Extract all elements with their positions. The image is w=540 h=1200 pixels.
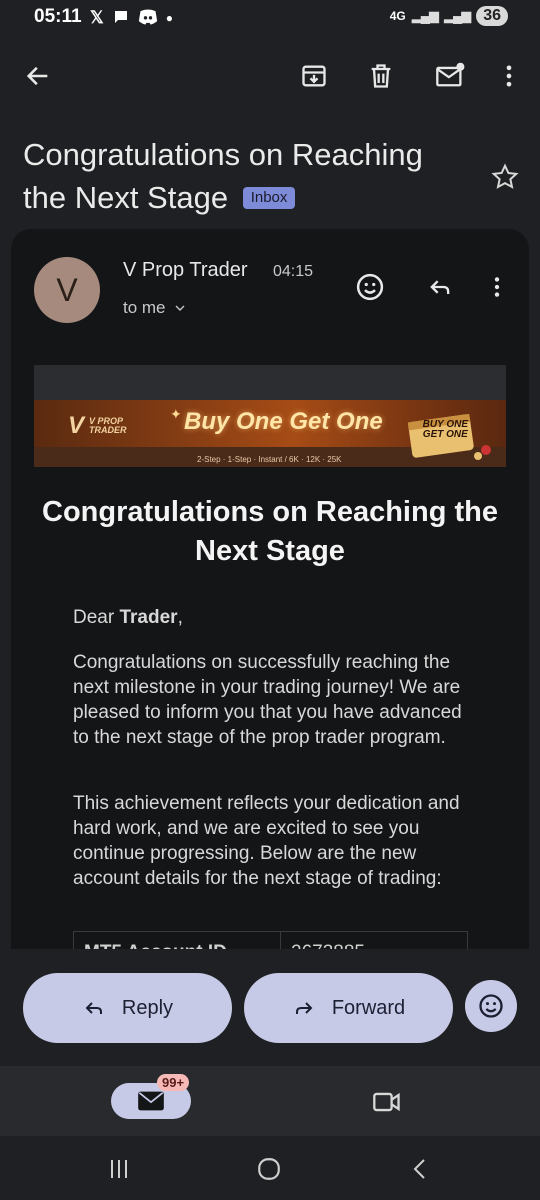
logo-text: V PROP TRADER xyxy=(89,417,127,435)
reply-button[interactable]: Reply xyxy=(23,973,232,1043)
star-button[interactable] xyxy=(490,162,520,192)
gift-line2: GET ONE xyxy=(422,429,468,440)
promo-headline: Buy One Get One xyxy=(184,408,383,435)
forward-button[interactable]: Forward xyxy=(244,973,453,1043)
paragraph-1: Congratulations on successfully reaching… xyxy=(73,652,462,748)
chat-bubble-icon xyxy=(114,11,127,23)
greeting-name: Trader xyxy=(119,607,178,628)
message-more-button[interactable] xyxy=(477,267,517,307)
table-label-cell: MT5 Account ID xyxy=(74,932,281,949)
discord-icon xyxy=(138,9,157,25)
sparkle-icon: ✦ xyxy=(170,406,182,422)
home-icon xyxy=(258,1158,280,1180)
status-right: 4G ▂▄▆ ▂▄▆ 36 xyxy=(390,6,508,26)
archive-button[interactable] xyxy=(290,52,338,100)
vprop-logo: V V PROP TRADER xyxy=(68,412,127,440)
mail-unread-icon xyxy=(436,62,465,87)
reply-label: Reply xyxy=(121,996,174,1019)
forward-label: Forward xyxy=(331,996,406,1019)
system-navigation xyxy=(0,1136,540,1200)
emoji-reaction-button[interactable] xyxy=(465,980,517,1032)
back-button[interactable] xyxy=(14,52,62,100)
more-vert-icon xyxy=(506,65,512,87)
bottom-navigation: 99+ xyxy=(0,1066,540,1136)
table-value-cell: 2673885 xyxy=(281,932,467,949)
emoji-icon xyxy=(479,994,503,1018)
mark-unread-button[interactable] xyxy=(426,52,474,100)
react-emoji-button[interactable] xyxy=(350,267,390,307)
paragraph-2: This achievement reflects your dedicatio… xyxy=(73,793,460,889)
promo-tagline: 2-Step · 1-Step · Instant / 6K · 12K · 2… xyxy=(197,455,342,464)
email-subject: Congratulations on Reaching the Next Sta… xyxy=(23,133,463,219)
greeting-suffix: , xyxy=(177,607,183,628)
subject-text: Congratulations on Reaching the Next Sta… xyxy=(23,137,423,215)
message-card: V V Prop Trader 04:15 to me V V PROP TRA… xyxy=(11,229,529,949)
more-vert-icon xyxy=(494,277,500,297)
battery-indicator: 36 xyxy=(476,6,508,26)
home-button[interactable] xyxy=(249,1152,289,1186)
emoji-icon xyxy=(356,273,384,301)
gift-text: BUY ONE GET ONE xyxy=(423,420,468,440)
recents-button[interactable] xyxy=(99,1152,139,1186)
logo-line2: TRADER xyxy=(89,425,127,435)
reply-actions-bar: Reply Forward xyxy=(0,949,540,1066)
reply-icon xyxy=(430,280,450,294)
message-toolbar xyxy=(0,52,540,102)
promo-banner[interactable]: V V PROP TRADER ✦ Buy One Get One 2-Step… xyxy=(34,400,506,467)
x-icon: 𝕏 xyxy=(90,8,104,27)
reply-header-button[interactable] xyxy=(420,267,460,307)
email-body: V V PROP TRADER ✦ Buy One Get One 2-Step… xyxy=(34,365,506,949)
recents-icon xyxy=(111,1160,127,1178)
back-system-button[interactable] xyxy=(400,1152,440,1186)
chevron-down-icon xyxy=(175,305,185,311)
email-header-bar xyxy=(34,365,506,400)
archive-icon xyxy=(302,65,326,87)
unread-badge: 99+ xyxy=(157,1074,190,1091)
notification-icons: 𝕏 ● xyxy=(90,8,173,28)
signal-icon: ▂▄▆ xyxy=(411,8,439,23)
more-options-button[interactable] xyxy=(485,52,533,100)
video-camera-icon xyxy=(373,1092,400,1112)
greeting: Dear Trader, xyxy=(73,605,473,630)
message-time: 04:15 xyxy=(273,263,314,280)
logo-mark: V xyxy=(68,412,85,439)
recipient-toggle[interactable]: to me xyxy=(123,298,188,318)
inbox-label-chip[interactable]: Inbox xyxy=(242,187,296,209)
email-title: Congratulations on Reaching the Next Sta… xyxy=(42,496,498,567)
recipient-label: to me xyxy=(123,298,166,317)
forward-icon xyxy=(295,1002,313,1014)
signal-icon-2: ▂▄▆ xyxy=(443,8,471,23)
status-time: 05:11 xyxy=(34,6,82,27)
avatar[interactable]: V xyxy=(34,257,100,323)
mail-icon xyxy=(138,1091,164,1111)
account-details-table: MT5 Account ID 2673885 xyxy=(73,931,468,949)
greeting-prefix: Dear xyxy=(73,607,120,628)
star-icon xyxy=(491,163,519,189)
network-type: 4G xyxy=(389,9,406,23)
delete-button[interactable] xyxy=(357,52,405,100)
dot-icon: ● xyxy=(165,11,173,25)
tab-meet[interactable] xyxy=(369,1084,405,1120)
chevron-left-icon xyxy=(413,1159,425,1179)
trash-icon xyxy=(371,64,391,88)
reply-icon xyxy=(85,1002,102,1014)
sender-name[interactable]: V Prop Trader xyxy=(123,259,248,282)
status-bar: 05:11 𝕏 ● 4G ▂▄▆ ▂▄▆ 36 xyxy=(0,0,540,36)
arrow-back-icon xyxy=(26,66,48,86)
